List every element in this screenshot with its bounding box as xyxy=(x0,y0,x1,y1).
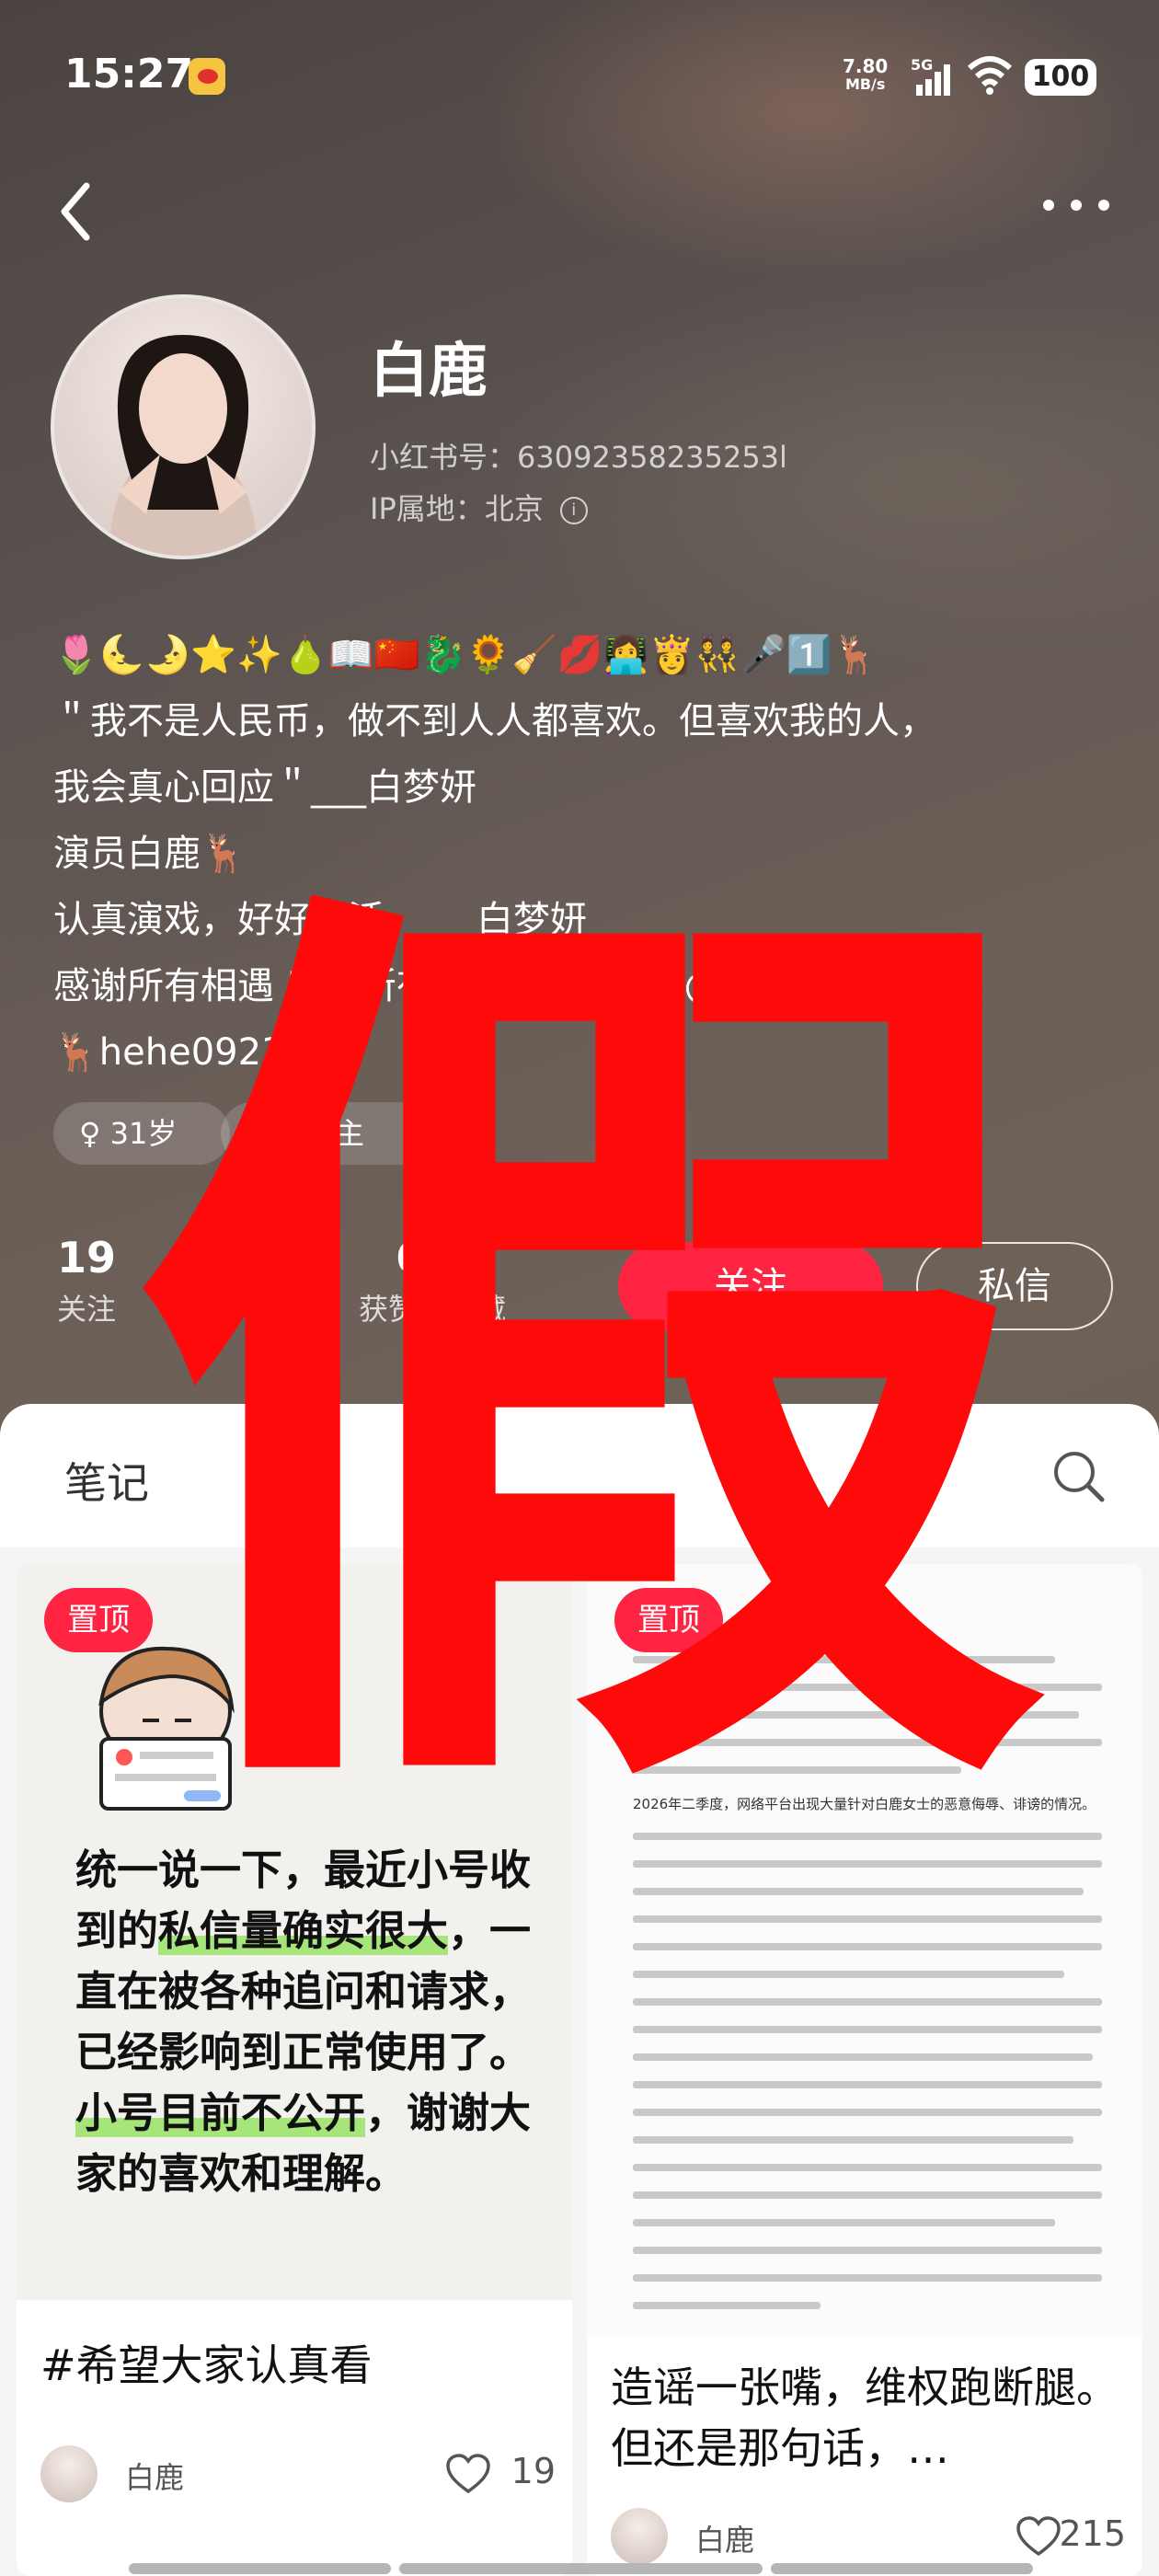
note-author-row: 白鹿 19 xyxy=(40,2445,556,2504)
pinned-badge: 置顶 xyxy=(614,1588,723,1652)
document-text: 2026年二季度，网络平台出现大量针对白鹿女士的恶意侮辱、诽谤的情况。 xyxy=(633,1656,1102,2329)
heart-icon[interactable] xyxy=(445,2453,491,2495)
back-icon[interactable] xyxy=(53,175,99,248)
status-bar: 15:27 7.80 MB/s 5G 100 xyxy=(0,0,1159,147)
notes-sheet: 笔记 统一说一下，最近小号收到的私信量确实很大，一直在被各种追问和请求，已经影响… xyxy=(0,1404,1159,2576)
note-title: #希望大家认真看 xyxy=(40,2340,373,2390)
signal-icon: 5G xyxy=(911,56,950,96)
status-time: 15:27 xyxy=(64,51,194,98)
note-cover: 统一说一下，最近小号收到的私信量确实很大，一直在被各种追问和请求，已经影响到正常… xyxy=(17,1564,572,2300)
profile-name: 白鹿 xyxy=(370,338,488,406)
heart-icon[interactable] xyxy=(1016,2515,1061,2558)
author-name[interactable]: 白鹿 xyxy=(695,2517,754,2559)
avatar-portrait xyxy=(109,335,257,556)
avatar[interactable] xyxy=(51,294,316,559)
ip-location: IP属地：北京 i xyxy=(370,486,588,528)
bio-line: 我会真心回应＂___白梦妍 xyxy=(53,766,476,809)
age-tag: ♀ 31岁 xyxy=(53,1102,230,1165)
home-indicator xyxy=(129,2563,391,2574)
following-stat[interactable]: 19 关注 xyxy=(57,1233,116,1328)
home-indicator xyxy=(399,2563,763,2574)
likes-stat[interactable]: 6 获赞与收藏 xyxy=(359,1233,506,1328)
tab-bar: 笔记 xyxy=(0,1404,1159,1549)
bio-line: 感谢所有相遇 感谢所有等待___白梦妍 @er_923 xyxy=(53,965,847,1007)
author-avatar[interactable] xyxy=(40,2445,98,2502)
profile-bio[interactable]: 🌷🌜🌛⭐✨🍐📖🇨🇳🐉🌻🧹💋👩‍💻👸👯🎤1️⃣🦌 ＂我不是人民币，做不到人人都喜欢… xyxy=(53,622,1120,1086)
author-name[interactable]: 白鹿 xyxy=(125,2455,184,2497)
svg-text:5G: 5G xyxy=(911,56,933,74)
note-cover: 2026年二季度，网络平台出现大量针对白鹿女士的恶意侮辱、诽谤的情况。 置顶 xyxy=(587,1564,1142,2337)
author-avatar[interactable] xyxy=(611,2508,668,2565)
info-icon[interactable]: i xyxy=(559,497,588,524)
search-icon[interactable] xyxy=(1050,1448,1106,1503)
like-count: 215 xyxy=(1059,2513,1126,2554)
role-tag: 视频博主 xyxy=(221,1102,484,1165)
pinned-badge: 置顶 xyxy=(44,1588,153,1652)
tab-notes[interactable]: 笔记 xyxy=(64,1450,149,1511)
note-card[interactable]: 统一说一下，最近小号收到的私信量确实很大，一直在被各种追问和请求，已经影响到正常… xyxy=(17,1564,572,2576)
like-count: 19 xyxy=(511,2451,556,2491)
redbook-id[interactable]: 小红书号：63092358235253l xyxy=(370,434,787,477)
bio-line: 认真演戏，好好生活。___白梦妍 xyxy=(53,899,587,941)
bio-line: 🌷🌜🌛⭐✨🍐📖🇨🇳🐉🌻🧹💋👩‍💻👸👯🎤1️⃣🦌 xyxy=(53,634,878,676)
wifi-icon xyxy=(967,56,1013,95)
bio-line: 🦌hehe0923 xyxy=(53,1031,285,1074)
weibo-notification-icon xyxy=(189,58,225,95)
battery-indicator: 100 xyxy=(1025,59,1096,96)
message-button[interactable]: 私信 xyxy=(916,1242,1113,1330)
cover-text: 统一说一下，最近小号收到的私信量确实很大，一直在被各种追问和请求，已经影响到正常… xyxy=(75,1846,532,2198)
note-author-row: 白鹿 215 xyxy=(611,2508,1126,2567)
follow-button[interactable]: 关注 xyxy=(618,1242,883,1330)
bio-line: 演员白鹿🦌 xyxy=(53,833,247,875)
cartoon-girl-illustration xyxy=(98,1646,235,1811)
net-speed: 7.80 MB/s xyxy=(843,55,889,93)
more-icon[interactable] xyxy=(1039,184,1113,226)
note-title: 造谣一张嘴，维权跑断腿。但还是那句话，… xyxy=(611,2363,1119,2473)
home-indicator xyxy=(771,2563,1033,2574)
notes-feed: 统一说一下，最近小号收到的私信量确实很大，一直在被各种追问和请求，已经影响到正常… xyxy=(0,1547,1159,2576)
note-card[interactable]: 2026年二季度，网络平台出现大量针对白鹿女士的恶意侮辱、诽谤的情况。 置顶 造… xyxy=(587,1564,1142,2576)
bio-line: ＂我不是人民币，做不到人人都喜欢。但喜欢我的人， xyxy=(53,700,936,742)
doc-heading: 2026年二季度，网络平台出现大量针对白鹿女士的恶意侮辱、诽谤的情况。 xyxy=(633,1796,1096,1812)
